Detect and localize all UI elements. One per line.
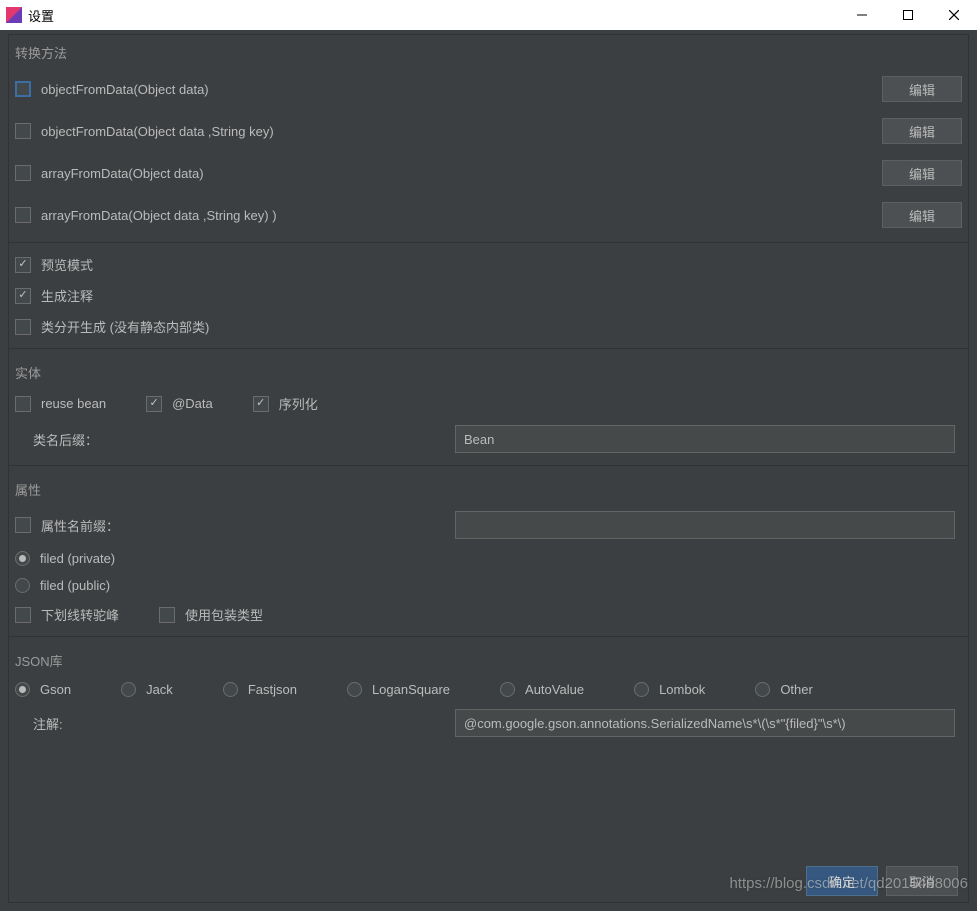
- property-prefix-row: 属性名前缀：: [9, 505, 968, 545]
- settings-panel: 转换方法 objectFromData(Object data) 编辑 obje…: [8, 34, 969, 903]
- data-label: @Data: [172, 396, 213, 411]
- field-public-radio[interactable]: [15, 578, 30, 593]
- radio-gson-label: Gson: [40, 682, 71, 697]
- section-property: 属性: [9, 472, 968, 505]
- property-opts: 下划线转驼峰 使用包装类型: [9, 599, 968, 630]
- radio-lombok[interactable]: [634, 682, 649, 697]
- field-private-row: filed (private): [9, 545, 968, 572]
- radio-gson[interactable]: [15, 682, 30, 697]
- radio-fastjson[interactable]: [223, 682, 238, 697]
- option-split: 类分开生成 (没有静态内部类): [9, 311, 968, 342]
- dialog-buttons: 确定 取消: [806, 866, 958, 896]
- radio-autovalue[interactable]: [500, 682, 515, 697]
- method-row-1: objectFromData(Object data ,String key) …: [9, 110, 968, 152]
- app-icon: [6, 7, 22, 23]
- prefix-checkbox[interactable]: [15, 517, 31, 533]
- comment-label: 生成注释: [41, 286, 93, 305]
- radio-autovalue-label: AutoValue: [525, 682, 584, 697]
- radio-logansquare[interactable]: [347, 682, 362, 697]
- method-label-2: arrayFromData(Object data): [41, 166, 204, 181]
- comment-checkbox[interactable]: [15, 288, 31, 304]
- cancel-button[interactable]: 取消: [886, 866, 958, 896]
- method-checkbox-3[interactable]: [15, 207, 31, 223]
- preview-checkbox[interactable]: [15, 257, 31, 273]
- serialize-checkbox[interactable]: [253, 396, 269, 412]
- radio-lombok-label: Lombok: [659, 682, 705, 697]
- entity-suffix-row: 类名后缀：: [9, 419, 968, 459]
- maximize-button[interactable]: [885, 0, 931, 30]
- edit-button-2[interactable]: 编辑: [882, 160, 962, 186]
- suffix-label: 类名后缀：: [15, 430, 455, 449]
- serialize-label: 序列化: [279, 394, 318, 413]
- underscore-checkbox[interactable]: [15, 607, 31, 623]
- radio-fastjson-label: Fastjson: [248, 682, 297, 697]
- method-label-0: objectFromData(Object data): [41, 82, 209, 97]
- method-checkbox-0[interactable]: [15, 81, 31, 97]
- entity-flags: reuse bean @Data 序列化: [9, 388, 968, 419]
- option-preview: 预览模式: [9, 249, 968, 280]
- underscore-label: 下划线转驼峰: [41, 605, 119, 624]
- option-comment: 生成注释: [9, 280, 968, 311]
- radio-jack-label: Jack: [146, 682, 173, 697]
- field-public-row: filed (public): [9, 572, 968, 599]
- titlebar: 设置: [0, 0, 977, 30]
- data-checkbox[interactable]: [146, 396, 162, 412]
- section-convert-method: 转换方法: [9, 35, 968, 68]
- window-title: 设置: [28, 6, 839, 25]
- radio-jack[interactable]: [121, 682, 136, 697]
- prefix-input[interactable]: [455, 511, 955, 539]
- method-checkbox-1[interactable]: [15, 123, 31, 139]
- boxed-checkbox[interactable]: [159, 607, 175, 623]
- edit-button-0[interactable]: 编辑: [882, 76, 962, 102]
- edit-button-1[interactable]: 编辑: [882, 118, 962, 144]
- radio-other[interactable]: [755, 682, 770, 697]
- field-public-label: filed (public): [40, 578, 110, 593]
- suffix-input[interactable]: [455, 425, 955, 453]
- method-row-3: arrayFromData(Object data ,String key) )…: [9, 194, 968, 236]
- edit-button-3[interactable]: 编辑: [882, 202, 962, 228]
- preview-label: 预览模式: [41, 255, 93, 274]
- annotation-row: 注解:: [9, 703, 968, 743]
- window-controls: [839, 0, 977, 30]
- field-private-radio[interactable]: [15, 551, 30, 566]
- annotation-input[interactable]: [455, 709, 955, 737]
- method-row-0: objectFromData(Object data) 编辑: [9, 68, 968, 110]
- annotation-label: 注解:: [15, 714, 455, 733]
- method-label-3: arrayFromData(Object data ,String key) ): [41, 208, 277, 223]
- reuse-bean-checkbox[interactable]: [15, 396, 31, 412]
- boxed-label: 使用包装类型: [185, 605, 263, 624]
- reuse-bean-label: reuse bean: [41, 396, 106, 411]
- section-json: JSON库: [9, 643, 968, 676]
- minimize-button[interactable]: [839, 0, 885, 30]
- split-checkbox[interactable]: [15, 319, 31, 335]
- prefix-label: 属性名前缀：: [41, 516, 455, 535]
- field-private-label: filed (private): [40, 551, 115, 566]
- section-entity: 实体: [9, 355, 968, 388]
- close-button[interactable]: [931, 0, 977, 30]
- method-label-1: objectFromData(Object data ,String key): [41, 124, 274, 139]
- radio-logansquare-label: LoganSquare: [372, 682, 450, 697]
- split-label: 类分开生成 (没有静态内部类): [41, 317, 209, 336]
- radio-other-label: Other: [780, 682, 813, 697]
- method-row-2: arrayFromData(Object data) 编辑: [9, 152, 968, 194]
- method-checkbox-2[interactable]: [15, 165, 31, 181]
- ok-button[interactable]: 确定: [806, 866, 878, 896]
- json-lib-radios: Gson Jack Fastjson LoganSquare AutoValue…: [9, 676, 968, 703]
